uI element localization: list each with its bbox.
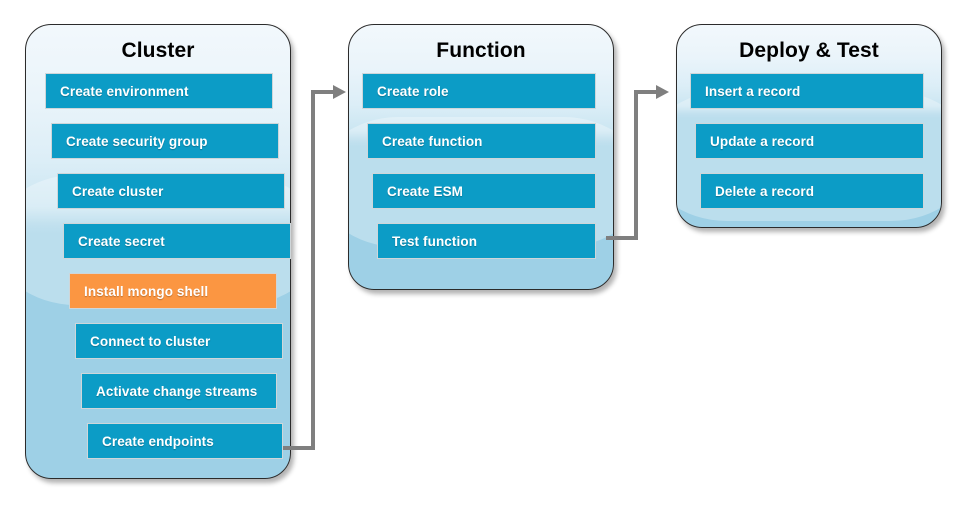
step-create-secret[interactable]: Create secret bbox=[63, 223, 291, 259]
group-title-function: Function bbox=[436, 39, 526, 62]
connector-cluster-to-function-vertical bbox=[311, 90, 315, 450]
group-title-cluster: Cluster bbox=[121, 39, 195, 62]
connector-function-to-deploy-vertical bbox=[634, 90, 638, 240]
step-label: Connect to cluster bbox=[90, 333, 211, 349]
step-label: Update a record bbox=[710, 133, 815, 149]
step-label: Delete a record bbox=[715, 183, 815, 199]
connector-function-to-deploy-arrowhead bbox=[656, 85, 669, 99]
group-title-deploy-test: Deploy & Test bbox=[739, 39, 879, 62]
step-label: Insert a record bbox=[705, 83, 801, 99]
step-label: Create security group bbox=[66, 133, 208, 149]
diagram-canvas: Cluster Create environment Create securi… bbox=[0, 0, 965, 505]
step-label: Create function bbox=[382, 133, 483, 149]
step-label: Create secret bbox=[78, 233, 165, 249]
step-label: Test function bbox=[392, 233, 478, 249]
connector-cluster-to-function-arrowhead bbox=[333, 85, 346, 99]
step-insert-a-record[interactable]: Insert a record bbox=[690, 73, 924, 109]
step-create-role[interactable]: Create role bbox=[362, 73, 596, 109]
step-label: Create endpoints bbox=[102, 433, 214, 449]
step-connect-to-cluster[interactable]: Connect to cluster bbox=[75, 323, 283, 359]
step-activate-change-streams[interactable]: Activate change streams bbox=[81, 373, 277, 409]
step-update-a-record[interactable]: Update a record bbox=[695, 123, 924, 159]
step-label: Install mongo shell bbox=[84, 283, 209, 299]
step-label: Create role bbox=[377, 83, 449, 99]
step-label: Create environment bbox=[60, 83, 189, 99]
step-label: Create cluster bbox=[72, 183, 164, 199]
step-create-security-group[interactable]: Create security group bbox=[51, 123, 279, 159]
step-create-cluster[interactable]: Create cluster bbox=[57, 173, 285, 209]
step-delete-a-record[interactable]: Delete a record bbox=[700, 173, 924, 209]
step-install-mongo-shell[interactable]: Install mongo shell bbox=[69, 273, 277, 309]
step-create-endpoints[interactable]: Create endpoints bbox=[87, 423, 283, 459]
step-label: Activate change streams bbox=[96, 383, 258, 399]
step-label: Create ESM bbox=[387, 183, 464, 199]
step-test-function[interactable]: Test function bbox=[377, 223, 596, 259]
step-create-function[interactable]: Create function bbox=[367, 123, 596, 159]
step-create-esm[interactable]: Create ESM bbox=[372, 173, 596, 209]
step-create-environment[interactable]: Create environment bbox=[45, 73, 273, 109]
